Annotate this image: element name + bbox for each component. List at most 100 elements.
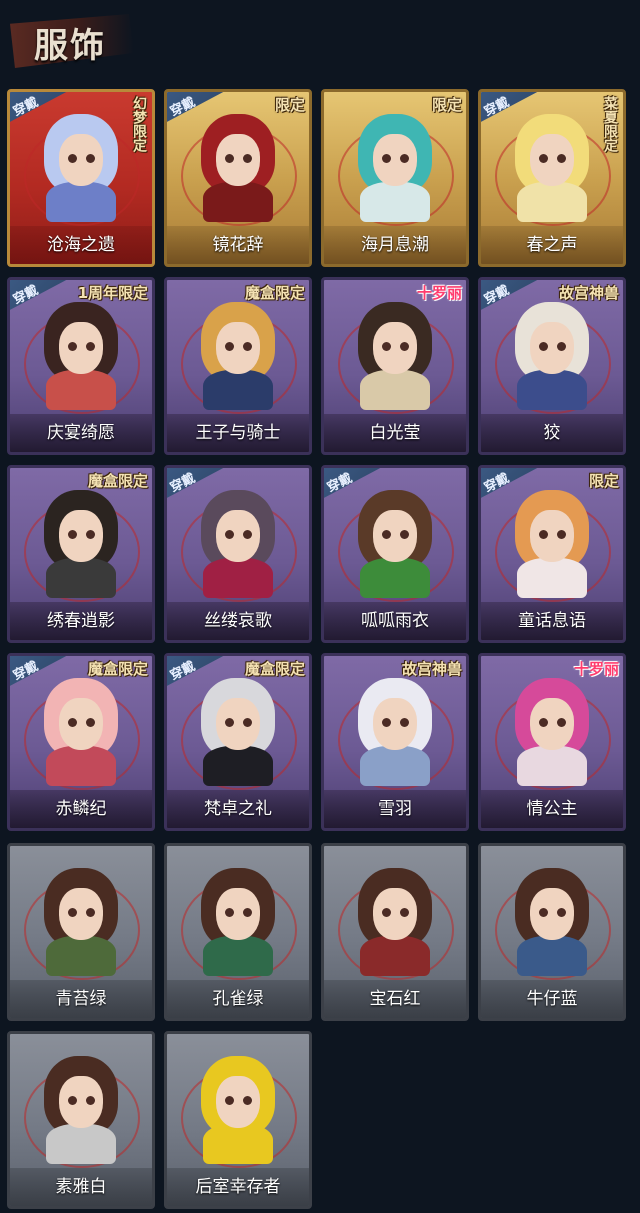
costume-portrait [346, 864, 444, 976]
costume-name: 沧海之遗 [47, 235, 115, 255]
portrait-eye [400, 530, 409, 539]
costume-portrait [32, 110, 130, 222]
costume-name: 牛仔蓝 [526, 989, 578, 1009]
portrait-body [46, 558, 116, 598]
portrait-eye [382, 908, 391, 917]
costume-portrait [32, 1052, 130, 1164]
portrait-face [373, 698, 417, 750]
portrait-eye [243, 1096, 252, 1105]
portrait-face [59, 510, 103, 562]
costume-card[interactable]: 镜花辞 穿戴 限定 [164, 89, 312, 267]
portrait-eye [382, 718, 391, 727]
costume-portrait [503, 298, 601, 410]
costume-card[interactable]: 青苔绿 [7, 843, 155, 1021]
costume-card[interactable]: 绣春逍影 魔盒限定 [7, 465, 155, 643]
costume-portrait [346, 110, 444, 222]
portrait-body [360, 182, 430, 222]
costume-card[interactable]: 丝缕哀歌 穿戴 [164, 465, 312, 643]
portrait-eye [539, 908, 548, 917]
costume-portrait [189, 298, 287, 410]
portrait-eye [557, 718, 566, 727]
portrait-eye [68, 718, 77, 727]
portrait-body [360, 936, 430, 976]
portrait-eye [557, 154, 566, 163]
costume-card[interactable]: 牛仔蓝 [478, 843, 626, 1021]
costume-portrait [346, 674, 444, 786]
costume-card[interactable]: 宝石红 [321, 843, 469, 1021]
portrait-eye [68, 1096, 77, 1105]
costume-portrait [503, 110, 601, 222]
portrait-body [517, 558, 587, 598]
portrait-eye [382, 530, 391, 539]
costume-name: 绣春逍影 [47, 611, 115, 631]
portrait-body [203, 936, 273, 976]
portrait-eye [68, 154, 77, 163]
costume-card[interactable]: 庆宴绮愿 穿戴 1周年限定 [7, 277, 155, 455]
portrait-eye [68, 908, 77, 917]
portrait-eye [400, 718, 409, 727]
portrait-face [59, 698, 103, 750]
limited-badge: 魔盒限定 [87, 472, 148, 490]
costume-name: 庆宴绮愿 [47, 423, 115, 443]
costume-card[interactable]: 赤鳞纪 穿戴 魔盒限定 [7, 653, 155, 831]
portrait-eye [243, 908, 252, 917]
costume-card[interactable]: 梵卓之礼 穿戴 魔盒限定 [164, 653, 312, 831]
costume-card[interactable]: 孔雀绿 [164, 843, 312, 1021]
portrait-body [46, 182, 116, 222]
portrait-body [46, 370, 116, 410]
costume-name: 王子与骑士 [195, 423, 281, 443]
portrait-body [517, 182, 587, 222]
costume-portrait [32, 298, 130, 410]
portrait-face [59, 322, 103, 374]
portrait-face [530, 698, 574, 750]
costume-card[interactable]: 海月息潮 限定 [321, 89, 469, 267]
costume-name: 童话息语 [518, 611, 586, 631]
portrait-face [530, 322, 574, 374]
costume-card[interactable]: 情公主 十罗丽 [478, 653, 626, 831]
costume-card[interactable]: 春之声 穿戴 菜夏限定 [478, 89, 626, 267]
portrait-eye [539, 342, 548, 351]
costume-portrait [189, 674, 287, 786]
costume-card[interactable]: 白光莹 十罗丽 [321, 277, 469, 455]
portrait-eye [225, 530, 234, 539]
portrait-body [360, 746, 430, 786]
portrait-eye [382, 154, 391, 163]
costume-name: 呱呱雨衣 [361, 611, 429, 631]
portrait-eye [243, 530, 252, 539]
limited-badge: 限定 [431, 96, 462, 114]
limited-badge: 1周年限定 [77, 284, 148, 302]
costume-name: 海月息潮 [361, 235, 429, 255]
costume-card[interactable]: 呱呱雨衣 穿戴 [321, 465, 469, 643]
portrait-body [203, 182, 273, 222]
portrait-face [530, 510, 574, 562]
costume-portrait [503, 486, 601, 598]
costume-card[interactable]: 童话息语 穿戴 限定 [478, 465, 626, 643]
portrait-face [216, 888, 260, 940]
portrait-face [216, 510, 260, 562]
costume-portrait [503, 864, 601, 976]
portrait-eye [86, 154, 95, 163]
costume-portrait [346, 486, 444, 598]
costume-name: 白光莹 [369, 423, 421, 443]
costume-card[interactable]: 沧海之遗 穿戴 幻梦限定 [7, 89, 155, 267]
costume-card[interactable]: 素雅白 [7, 1031, 155, 1209]
portrait-body [203, 1124, 273, 1164]
portrait-eye [557, 342, 566, 351]
costume-name: 情公主 [526, 799, 578, 819]
portrait-body [360, 558, 430, 598]
portrait-eye [68, 530, 77, 539]
portrait-face [530, 888, 574, 940]
portrait-body [360, 370, 430, 410]
limited-badge: 限定 [274, 96, 305, 114]
portrait-eye [86, 718, 95, 727]
costume-card[interactable]: 狡穿戴 故宫神兽 [478, 277, 626, 455]
costume-card[interactable]: 雪羽 故宫神兽 [321, 653, 469, 831]
costume-card[interactable]: 后室幸存者 [164, 1031, 312, 1209]
costume-name: 雪羽 [378, 799, 412, 819]
costume-grid: 沧海之遗 穿戴 幻梦限定 镜花辞 穿戴 限定 海月息潮 限定 春之声 穿戴 菜夏限定 庆宴绮愿 穿戴 1周… [0, 0, 640, 1213]
costume-name: 青苔绿 [55, 989, 107, 1009]
portrait-eye [68, 342, 77, 351]
costume-card[interactable]: 王子与骑士 魔盒限定 [164, 277, 312, 455]
portrait-face [216, 698, 260, 750]
costume-portrait [189, 110, 287, 222]
